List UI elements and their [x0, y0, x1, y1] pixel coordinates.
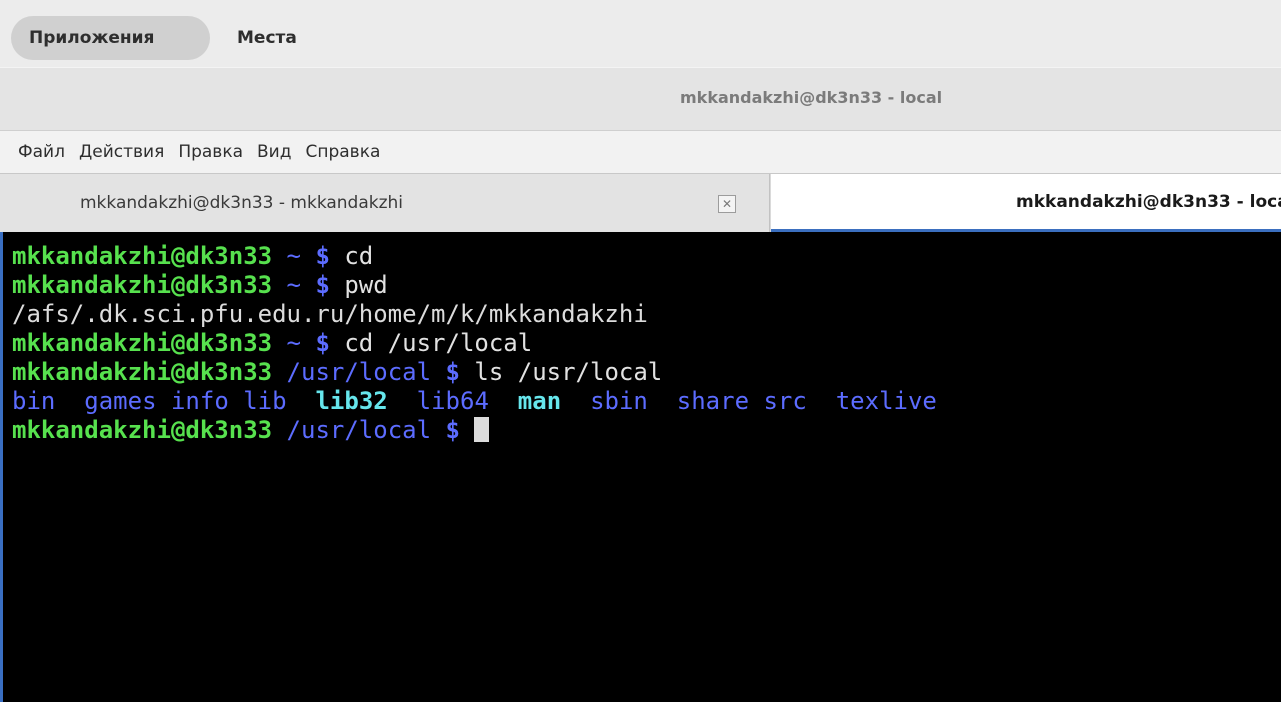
window-title: mkkandakzhi@dk3n33 - local [680, 88, 943, 107]
terminal-cursor [474, 417, 490, 442]
command-text: cd [344, 242, 374, 270]
menu-file[interactable]: Файл [18, 142, 65, 162]
menu-edit[interactable]: Правка [178, 142, 243, 162]
dir-entry: man [517, 387, 562, 415]
dir-entry: src [763, 387, 807, 415]
prompt-sign: $ [315, 329, 330, 357]
prompt-dir: /usr/local [286, 358, 432, 386]
dir-entry: lib64 [416, 387, 489, 415]
places-menu-button[interactable]: Места [219, 16, 329, 60]
terminal-line: mkkandakzhi@dk3n33 /usr/local $ [12, 416, 1281, 445]
menu-help[interactable]: Справка [305, 142, 380, 162]
command-output: /afs/.dk.sci.pfu.edu.ru/home/m/k/mkkanda… [12, 300, 648, 328]
top-panel: Приложения Места [0, 0, 1281, 67]
menu-view[interactable]: Вид [257, 142, 291, 162]
tab-label: mkkandakzhi@dk3n33 - local [1016, 192, 1281, 212]
dir-entry: games [84, 387, 157, 415]
tab-label: mkkandakzhi@dk3n33 - mkkandakzhi [80, 193, 404, 213]
prompt-dir: ~ [286, 242, 301, 270]
menu-actions[interactable]: Действия [79, 142, 164, 162]
menubar: Файл Действия Правка Вид Справка [0, 131, 1281, 173]
prompt-sign: $ [445, 416, 460, 444]
close-icon[interactable]: ✕ [718, 195, 736, 213]
prompt-sign: $ [445, 358, 460, 386]
prompt-dir: ~ [286, 271, 301, 299]
prompt-user: mkkandakzhi@dk3n33 [12, 242, 273, 270]
dir-entry: lib [243, 387, 287, 415]
dir-entry: lib32 [315, 387, 388, 415]
prompt-user: mkkandakzhi@dk3n33 [12, 416, 273, 444]
prompt-sign: $ [315, 242, 330, 270]
applications-menu-button[interactable]: Приложения [11, 16, 210, 60]
command-text: pwd [344, 271, 388, 299]
prompt-user: mkkandakzhi@dk3n33 [12, 271, 273, 299]
terminal-line: mkkandakzhi@dk3n33 ~ $ cd [12, 242, 1281, 271]
prompt-user: mkkandakzhi@dk3n33 [12, 329, 273, 357]
command-text: cd /usr/local [344, 329, 533, 357]
dir-entry: bin [12, 387, 56, 415]
dir-entry: sbin [590, 387, 648, 415]
prompt-sign: $ [315, 271, 330, 299]
tab-home[interactable]: mkkandakzhi@dk3n33 - mkkandakzhi ✕ [0, 174, 770, 232]
prompt-dir: /usr/local [286, 416, 432, 444]
prompt-dir: ~ [286, 329, 301, 357]
terminal-line: bin games info lib lib32 lib64 man sbin … [12, 387, 1281, 416]
prompt-user: mkkandakzhi@dk3n33 [12, 358, 273, 386]
dir-entry: info [170, 387, 229, 415]
terminal-view[interactable]: mkkandakzhi@dk3n33 ~ $ cd mkkandakzhi@dk… [0, 232, 1281, 702]
tab-local[interactable]: mkkandakzhi@dk3n33 - local [771, 174, 1281, 232]
terminal-line: mkkandakzhi@dk3n33 /usr/local $ ls /usr/… [12, 358, 1281, 387]
dir-entry: texlive [835, 387, 937, 415]
window-titlebar[interactable]: mkkandakzhi@dk3n33 - local [0, 67, 1281, 131]
command-text: ls /usr/local [474, 358, 663, 386]
terminal-line: /afs/.dk.sci.pfu.edu.ru/home/m/k/mkkanda… [12, 300, 1281, 329]
terminal-line: mkkandakzhi@dk3n33 ~ $ cd /usr/local [12, 329, 1281, 358]
terminal-line: mkkandakzhi@dk3n33 ~ $ pwd [12, 271, 1281, 300]
dir-entry: share [676, 387, 750, 415]
tab-bar: mkkandakzhi@dk3n33 - mkkandakzhi ✕ mkkan… [0, 173, 1281, 232]
